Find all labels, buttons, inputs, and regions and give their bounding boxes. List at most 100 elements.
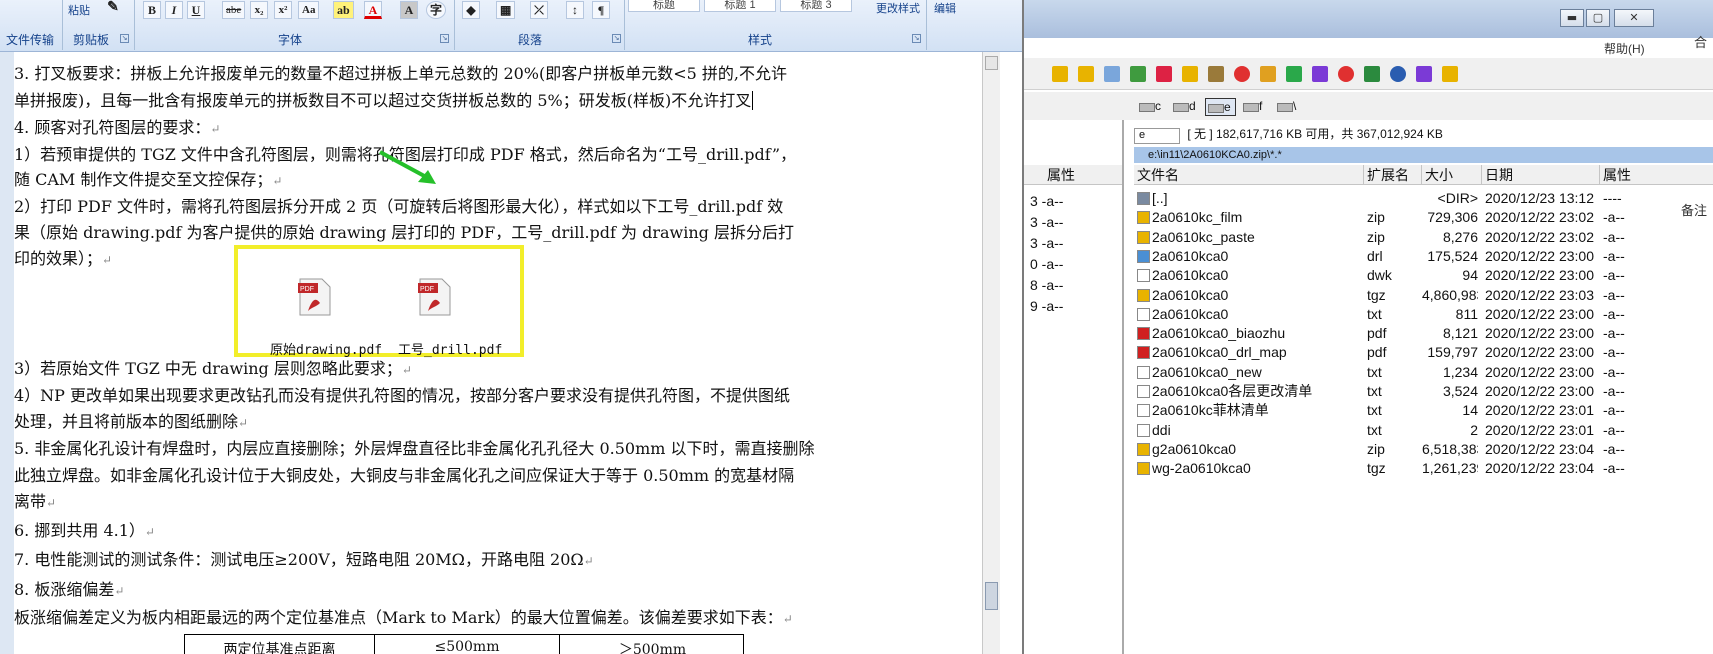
table-row[interactable]: 2a0610kca0_new txt 1,234 2020/12/22 23:00 -a… [1134,362,1713,383]
drive-d[interactable]: d [1171,98,1200,116]
underline-button[interactable]: U [187,1,205,19]
drive-network[interactable]: \ [1275,98,1300,116]
bold-button[interactable]: B [143,1,161,19]
styles-launcher-icon[interactable]: ↘ [912,34,921,43]
font-launcher-icon[interactable]: ↘ [440,34,449,43]
group-label-paragraph: 段落 [517,33,542,47]
italic-button[interactable]: I [165,1,183,19]
left-panel[interactable]: 属性 3 -a-- 3 -a-- 3 -a-- 0 -a-- 8 -a-- 9 … [1024,120,1124,654]
highlight-button[interactable]: ab [333,1,354,19]
col-name[interactable]: 文件名 [1134,165,1364,185]
embedded-pdf-image[interactable]: PDF 原始drawing.pdf PDF 工号_drill.pdf [234,245,524,358]
file-attr: -a-- [1603,305,1625,322]
table-row[interactable]: 2a0610kca0 txt 811 2020/12/22 23:00 -a-- [1134,304,1713,325]
list-item[interactable]: 9 -a-- [1024,296,1122,317]
right-panel[interactable]: e [ 无 ] 182,617,716 KB 可用，共 367,012,924 … [1134,120,1713,654]
change-case-button[interactable]: Aa [298,1,320,19]
folder-icon[interactable] [1052,66,1068,82]
bulb-icon[interactable] [1260,66,1276,82]
pdf-tool-icon[interactable] [1286,66,1302,82]
edit-button[interactable]: 编辑 [930,0,960,18]
strikethrough-button[interactable]: abe [222,1,246,19]
table-row[interactable]: 2a0610kca0 drl 175,524 2020/12/22 23:00 -a-- [1134,246,1713,267]
clipboard-launcher-icon[interactable]: ↘ [120,34,129,43]
table-row[interactable]: ddi txt 2 2020/12/22 23:01 -a-- [1134,420,1713,441]
folder-icon[interactable] [1078,66,1094,82]
change-styles-button[interactable]: 更改样式 [868,0,928,18]
doc-line: 6. 挪到共用 4.1）↵ [14,521,155,540]
ribbon-separator [62,0,63,50]
show-marks-icon[interactable]: ¶ [592,1,610,19]
list-item[interactable]: 3 -a-- [1024,212,1122,233]
doc-line: 2）打印 PDF 文件时，需将孔符图层拆分开成 2 页（可旋转后将图形最大化），… [14,197,784,216]
close-icon[interactable]: ✕ [1614,9,1654,27]
char-shading-button[interactable]: A [400,1,418,19]
file-date: 2020/12/22 23:00 [1485,305,1594,322]
drive-c[interactable]: c [1137,98,1165,116]
list-item[interactable]: 0 -a-- [1024,254,1122,275]
sort-icon[interactable]: ↕ [566,1,584,19]
sort-cross-icon[interactable]: ⤫ [530,1,548,19]
scrollbar-thumb[interactable] [985,582,998,610]
shield-icon[interactable] [1416,66,1432,82]
superscript-button[interactable]: x² [274,1,292,19]
borders-icon[interactable]: ▦ [496,1,516,19]
file-date: 2020/12/22 23:02 [1485,209,1594,226]
format-painter-icon[interactable]: ✎ [104,0,122,18]
copy-icon[interactable] [1104,66,1120,82]
scroll-up-button[interactable] [985,56,998,70]
acrobat-icon[interactable] [1156,66,1172,82]
col-size[interactable]: 大小 [1422,165,1482,185]
col-date[interactable]: 日期 [1482,165,1600,185]
table-row[interactable]: 2a0610kc菲林清单 txt 14 2020/12/22 23:01 -a-- [1134,400,1713,421]
col-attr[interactable]: 属性 [1600,165,1713,185]
list-item[interactable]: 3 -a-- [1024,233,1122,254]
paste-button-label[interactable]: 粘贴 [64,2,94,20]
tree-icon[interactable] [1364,66,1380,82]
table-row[interactable]: [..] <DIR> 2020/12/23 13:12 ---- [1134,188,1713,209]
maximize-icon[interactable]: ▢ [1586,9,1610,27]
style-heading-3[interactable]: 标题 3 [780,0,852,12]
style-heading-1[interactable]: 标题 1 [704,0,776,12]
list-item[interactable]: 8 -a-- [1024,275,1122,296]
paragraph-launcher-icon[interactable]: ↘ [612,34,621,43]
tool-icon[interactable] [1208,66,1224,82]
stop-icon[interactable] [1234,66,1250,82]
drive-select[interactable]: e [1134,128,1180,144]
stop-icon[interactable] [1338,66,1354,82]
excel-icon[interactable] [1130,66,1146,82]
minimize-icon[interactable]: ▬ [1560,9,1584,27]
menu-help[interactable]: 帮助(H) [1604,40,1645,57]
table-row[interactable]: wg-2a0610kca0 tgz 1,261,239 2020/12/22 23:0… [1134,458,1713,479]
table-row[interactable]: 2a0610kca0_drl_map pdf 159,797 2020/12/22 2… [1134,342,1713,363]
archive-icon[interactable] [1182,66,1198,82]
table-row[interactable]: g2a0610kca0 zip 6,518,383 2020/12/22 23:04-… [1134,439,1713,460]
shading-icon[interactable]: ◆ [462,1,480,19]
folder-icon[interactable] [1442,66,1458,82]
drive-e[interactable]: e [1205,98,1236,116]
file-name: 2a0610kc_paste [1152,228,1255,245]
table-row[interactable]: 2a0610kca0 dwk 94 2020/12/22 23:00 -a-- [1134,265,1713,286]
file-icon [1137,423,1150,437]
file-size: 14 [1462,402,1478,419]
enclose-char-icon[interactable]: 字 [426,1,447,19]
drive-f[interactable]: f [1241,98,1266,116]
vertical-scrollbar[interactable] [982,52,1000,654]
shield-icon[interactable] [1312,66,1328,82]
col-ext[interactable]: 扩展名 [1364,165,1422,185]
font-color-button[interactable]: A [364,1,382,19]
table-row[interactable]: 2a0610kca0各层更改清单 txt 3,524 2020/12/22 23:00… [1134,381,1713,402]
table-row[interactable]: 2a0610kc_paste zip 8,276 2020/12/22 23:02 -a… [1134,227,1713,248]
info-icon[interactable] [1390,66,1406,82]
file-attr: -a-- [1603,209,1625,226]
file-attr: -a-- [1603,267,1625,284]
table-row[interactable]: 2a0610kc_film zip 729,306 2020/12/22 23:02-… [1134,207,1713,228]
document-page[interactable]: 3. 打叉板要求：拼板上允许报废单元的数量不超过拼板上单元总数的 20%(即客户… [14,52,982,654]
subscript-button[interactable]: x₂ [250,1,268,19]
table-row[interactable]: 2a0610kca0_biaozhu pdf 8,121 2020/12/22 23:… [1134,323,1713,344]
current-path[interactable]: e:\in11\2A0610KCA0.zip\*.* [1134,147,1713,163]
list-item[interactable]: 3 -a-- [1024,191,1122,212]
style-heading[interactable]: 标题 [628,0,700,12]
table-row[interactable]: 2a0610kca0 tgz 4,860,983 2020/12/22 23:03 -a… [1134,285,1713,306]
green-arrow-icon [379,150,436,184]
